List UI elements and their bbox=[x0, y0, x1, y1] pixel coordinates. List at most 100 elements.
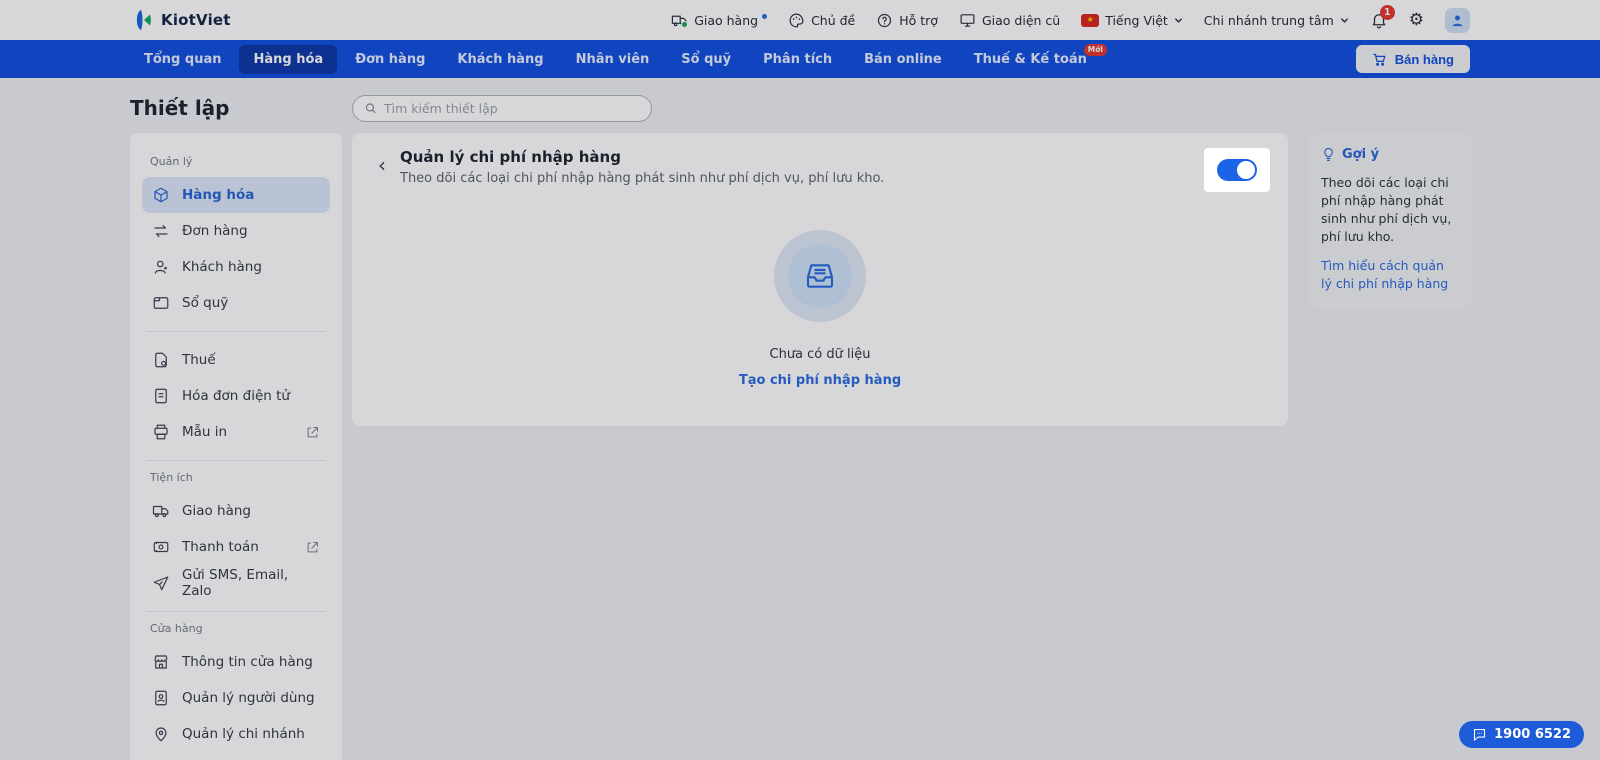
gear-icon: ⚙ bbox=[1408, 9, 1424, 30]
empty-state: Chưa có dữ liệu Tạo chi phí nhập hàng bbox=[352, 230, 1288, 388]
cart-icon bbox=[1373, 53, 1386, 66]
tab-ban-online[interactable]: Bán online bbox=[850, 45, 956, 74]
branch-label: Chi nhánh trung tâm bbox=[1203, 12, 1334, 28]
inbox-icon bbox=[806, 264, 834, 288]
section-title-cua-hang: Cửa hàng bbox=[150, 622, 203, 635]
tab-don-hang[interactable]: Đơn hàng bbox=[341, 45, 439, 74]
sidebar-divider bbox=[146, 460, 326, 461]
sidebar-item-label: Thông tin cửa hàng bbox=[182, 654, 313, 670]
notification-badge: 1 bbox=[1379, 5, 1395, 20]
top-bar: KiotViet Giao hàng Chủ đề Hỗ trợ Giao di… bbox=[0, 0, 1600, 40]
back-button[interactable]: ‹ bbox=[378, 155, 386, 175]
tab-phan-tich[interactable]: Phân tích bbox=[749, 45, 846, 74]
brand-name: KiotViet bbox=[161, 11, 231, 29]
store-icon bbox=[154, 655, 168, 669]
delivery-label: Giao hàng bbox=[694, 12, 759, 28]
kiotviet-logo-icon bbox=[136, 10, 151, 30]
sidebar-item-label: Khách hàng bbox=[182, 259, 262, 275]
sidebar-divider bbox=[146, 331, 326, 332]
old-ui-label: Giao diện cũ bbox=[981, 12, 1061, 28]
document-icon bbox=[155, 388, 167, 404]
sidebar-item-giao-hang[interactable]: Giao hàng bbox=[142, 493, 330, 529]
delivery-truck-icon bbox=[671, 12, 689, 29]
sidebar-divider bbox=[146, 611, 326, 612]
sidebar-item-quan-ly-nguoi-dung[interactable]: Quản lý người dùng bbox=[142, 680, 330, 716]
tab-thue-ke-toan[interactable]: Thuế & Kế toán Mới bbox=[960, 43, 1107, 74]
user-avatar[interactable] bbox=[1445, 7, 1470, 33]
notifications-button[interactable]: 1 bbox=[1370, 5, 1395, 29]
chat-bubble-icon bbox=[1474, 728, 1486, 741]
support-phone-number: 1900 6522 bbox=[1494, 727, 1571, 742]
tab-khach-hang[interactable]: Khách hàng bbox=[443, 45, 557, 74]
sidebar-item-label: Hóa đơn điện tử bbox=[182, 388, 290, 404]
main-navigation: Tổng quan Hàng hóa Đơn hàng Khách hàng N… bbox=[0, 40, 1600, 78]
truck-icon bbox=[152, 505, 169, 518]
hint-learn-more-link[interactable]: Tìm hiểu cách quản lý chi phí nhập hàng bbox=[1321, 257, 1457, 293]
sidebar-item-label: Thanh toán bbox=[182, 539, 259, 555]
cube-icon bbox=[154, 187, 168, 203]
sidebar-item-label: Giao hàng bbox=[182, 503, 251, 519]
sidebar-item-hang-hoa[interactable]: Hàng hóa bbox=[142, 177, 330, 213]
lightbulb-icon bbox=[1324, 148, 1333, 161]
wallet-icon bbox=[153, 297, 169, 309]
delivery-notification-dot bbox=[762, 13, 768, 19]
sidebar-item-label: Thuế bbox=[182, 352, 216, 368]
swap-arrows-icon bbox=[154, 225, 168, 237]
sidebar-item-thong-tin-cua-hang[interactable]: Thông tin cửa hàng bbox=[142, 644, 330, 680]
kiotviet-logo: KiotViet bbox=[130, 8, 231, 32]
section-title-quan-ly: Quản lý bbox=[150, 155, 193, 168]
language-selector[interactable]: ★ Tiếng Việt bbox=[1081, 13, 1183, 28]
palette-icon bbox=[789, 13, 804, 27]
theme-menu[interactable]: Chủ đề bbox=[788, 12, 855, 29]
empty-state-circle bbox=[774, 230, 866, 322]
search-input[interactable] bbox=[383, 100, 640, 116]
external-link-icon bbox=[307, 541, 319, 552]
sidebar-item-mau-in[interactable]: Mẫu in bbox=[142, 414, 330, 450]
external-link-icon bbox=[307, 426, 319, 437]
user-icon bbox=[1452, 15, 1463, 26]
language-label: Tiếng Việt bbox=[1105, 12, 1168, 28]
location-pin-icon bbox=[155, 727, 167, 742]
sidebar-item-don-hang[interactable]: Đơn hàng bbox=[142, 213, 330, 249]
monitor-icon bbox=[960, 13, 975, 27]
sell-button[interactable]: Bán hàng bbox=[1355, 45, 1470, 73]
tab-tong-quan[interactable]: Tổng quan bbox=[130, 45, 235, 74]
sidebar-item-label: Quản lý chi nhánh bbox=[182, 726, 305, 742]
hint-body: Theo dõi các loại chi phí nhập hàng phát… bbox=[1321, 175, 1452, 245]
sidebar-item-gui-sms-email-zalo[interactable]: Gửi SMS, Email, Zalo bbox=[142, 565, 330, 601]
sidebar-item-khach-hang[interactable]: Khách hàng bbox=[142, 249, 330, 285]
user-card-icon bbox=[155, 690, 167, 706]
sidebar-item-label: Mẫu in bbox=[182, 424, 228, 440]
help-icon bbox=[878, 13, 892, 27]
vietnam-flag-icon: ★ bbox=[1081, 13, 1100, 27]
sidebar-item-quan-ly-chi-nhanh[interactable]: Quản lý chi nhánh bbox=[142, 716, 330, 752]
sidebar-item-so-quy[interactable]: Sổ quỹ bbox=[142, 285, 330, 321]
purchase-cost-toggle[interactable] bbox=[1217, 159, 1257, 181]
customer-icon bbox=[154, 260, 167, 274]
page-title: Thiết lập bbox=[130, 96, 230, 120]
empty-state-text: Chưa có dữ liệu bbox=[769, 347, 871, 362]
old-ui-menu[interactable]: Giao diện cũ bbox=[959, 12, 1060, 29]
support-phone-button[interactable]: 1900 6522 bbox=[1459, 721, 1584, 748]
support-label: Hỗ trợ bbox=[899, 12, 938, 28]
sidebar-item-thue[interactable]: Thuế bbox=[142, 342, 330, 378]
sidebar-item-label: Quản lý người dùng bbox=[182, 690, 315, 706]
hint-title: Gợi ý bbox=[1342, 147, 1380, 162]
tax-file-icon bbox=[155, 352, 167, 368]
tab-nhan-vien[interactable]: Nhân viên bbox=[562, 45, 664, 74]
create-cost-link[interactable]: Tạo chi phí nhập hàng bbox=[739, 373, 901, 388]
settings-search[interactable] bbox=[352, 94, 652, 122]
sidebar-item-thanh-toan[interactable]: Thanh toán bbox=[142, 529, 330, 565]
support-menu[interactable]: Hỗ trợ bbox=[876, 12, 938, 29]
sidebar-item-hoa-don-dien-tu[interactable]: Hóa đơn điện tử bbox=[142, 378, 330, 414]
tab-so-quy[interactable]: Sổ quỹ bbox=[667, 45, 745, 74]
delivery-menu[interactable]: Giao hàng bbox=[671, 12, 768, 29]
feature-subtitle: Theo dõi các loại chi phí nhập hàng phát… bbox=[400, 171, 885, 186]
send-icon bbox=[153, 576, 169, 591]
branch-selector[interactable]: Chi nhánh trung tâm bbox=[1204, 13, 1349, 28]
new-feature-badge: Mới bbox=[1083, 43, 1107, 56]
toggle-knob bbox=[1237, 161, 1255, 179]
sidebar-item-label: Đơn hàng bbox=[182, 223, 248, 239]
settings-button[interactable]: ⚙ bbox=[1408, 9, 1424, 30]
tab-hang-hoa[interactable]: Hàng hóa bbox=[239, 44, 338, 74]
